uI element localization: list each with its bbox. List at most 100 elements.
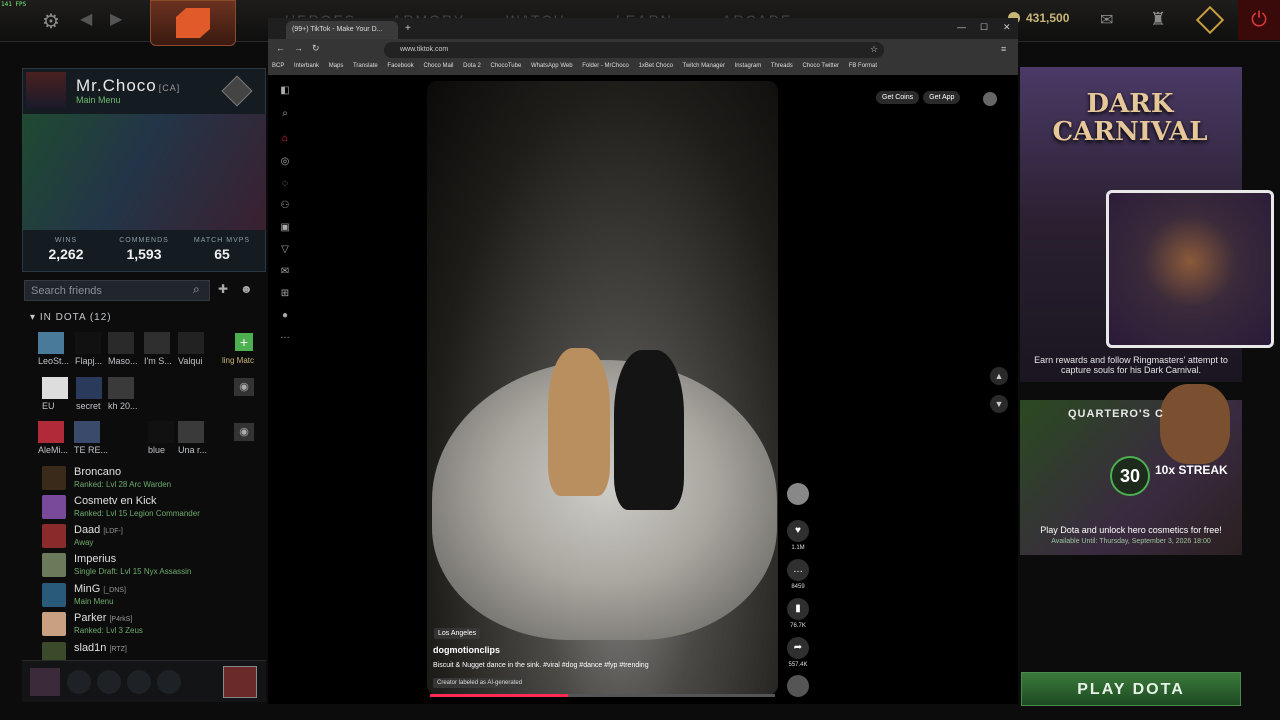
bookmark-star-icon[interactable]: ☆ <box>870 44 878 55</box>
save-action[interactable]: ▮ 76.7K <box>787 598 809 629</box>
in-dota-header[interactable]: ▾ IN DOTA (12) <box>30 312 112 323</box>
location-tag[interactable]: Los Angeles <box>434 628 481 639</box>
upload-icon[interactable]: ⊞ <box>279 288 291 300</box>
bookmark[interactable]: Choco Mail <box>423 63 453 69</box>
friend-tile[interactable]: Una r... <box>178 421 208 455</box>
more-icon[interactable]: … <box>279 330 291 342</box>
messages-icon[interactable]: ✉ <box>279 266 291 278</box>
forward-icon[interactable]: → <box>294 43 303 53</box>
avatar[interactable] <box>26 72 66 108</box>
video-pug-fawn <box>548 348 610 496</box>
bookmark[interactable]: Threads <box>771 63 793 69</box>
spectate-eye-icon[interactable]: ◉ <box>234 423 254 441</box>
live-icon[interactable]: ▣ <box>279 222 291 234</box>
quest-title: QUARTERO'S C <box>1068 408 1164 420</box>
party-self-avatar[interactable] <box>30 668 60 696</box>
profile-name[interactable]: Mr.Choco [CA] <box>76 76 180 96</box>
friend-tile[interactable]: Valqui <box>178 332 208 366</box>
party-slot[interactable] <box>127 670 151 694</box>
party-slot[interactable] <box>157 670 181 694</box>
get-app-button[interactable]: Get App <box>923 91 961 104</box>
chat-avatar[interactable] <box>223 666 257 698</box>
bookmark[interactable]: Interbank <box>294 63 319 69</box>
back-icon[interactable]: ← <box>276 43 285 53</box>
heart-icon: ♥ <box>787 520 809 542</box>
new-tab-icon[interactable]: + <box>405 23 411 34</box>
play-dota-button[interactable]: PLAY DOTA <box>1021 672 1241 706</box>
search-friends-input[interactable]: Search friends <box>24 280 210 301</box>
tiktok-sidebar <box>268 75 302 704</box>
profile-icon[interactable]: ● <box>279 310 291 322</box>
next-video-icon[interactable]: ▼ <box>990 395 1008 413</box>
friend-tile[interactable]: EU <box>42 377 72 411</box>
bookmark[interactable]: Choco Twitter <box>802 63 839 69</box>
video-author[interactable]: dogmotionclips <box>433 645 500 655</box>
bookmark[interactable]: BCP <box>272 63 284 69</box>
comment-action[interactable]: … 8459 <box>787 559 809 590</box>
explore-icon[interactable]: ◎ <box>279 156 291 168</box>
friend-row[interactable]: MinG [_DNS] Main Menu <box>42 583 262 612</box>
friend-row[interactable]: Imperius Single Draft: Lvl 15 Nyx Assassi… <box>42 553 262 582</box>
armory-icon[interactable]: ♜ <box>1150 9 1166 30</box>
reload-icon[interactable]: ↻ <box>312 43 320 54</box>
friend-tile[interactable]: AleMi... <box>38 421 68 455</box>
user-avatar[interactable] <box>983 92 997 106</box>
mail-icon[interactable]: ✉ <box>1100 10 1113 30</box>
bookmark[interactable]: Translate <box>353 63 378 69</box>
meme-face-overlay <box>1160 384 1230 464</box>
friend-row[interactable]: Cosmetv en Kick Ranked: Lvl 15 Legion Com… <box>42 495 262 524</box>
friend-tile[interactable]: I'm S... <box>144 332 174 366</box>
party-add-icon[interactable]: + <box>235 333 253 351</box>
back-arrow-icon[interactable]: ◀ <box>80 9 92 29</box>
bookmark[interactable]: Facebook <box>387 63 413 69</box>
spectate-eye-icon[interactable]: ◉ <box>234 378 254 396</box>
bookmark[interactable]: Maps <box>329 63 344 69</box>
minimize-icon[interactable]: — <box>957 22 966 32</box>
bookmark[interactable]: Twitch Manager <box>683 63 725 69</box>
shards-balance: 431,500 <box>1026 11 1070 25</box>
url-bar[interactable]: www.tiktok.com <box>384 42 884 58</box>
friends-group-icon[interactable]: ☻ <box>240 282 253 296</box>
friend-tile[interactable]: secret <box>76 377 106 411</box>
collapse-sidebar-icon[interactable]: ◧ <box>279 85 291 97</box>
bookmark[interactable]: Instagram <box>735 63 762 69</box>
following-icon[interactable]: ◌ <box>279 178 291 190</box>
friend-row[interactable]: Broncano Ranked: Lvl 28 Arc Warden <box>42 466 262 495</box>
power-button[interactable]: ⏻ <box>1238 0 1280 40</box>
forward-arrow-icon[interactable]: ▶ <box>110 9 122 29</box>
party-slot[interactable] <box>67 670 91 694</box>
get-coins-button[interactable]: Get Coins <box>876 91 920 104</box>
settings-gear-icon[interactable]: ⚙ <box>42 9 60 34</box>
bookmark[interactable]: FB Format <box>849 63 877 69</box>
add-friend-icon[interactable]: ✚ <box>218 282 228 296</box>
bookmark[interactable]: 1xBet Choco <box>639 63 673 69</box>
home-icon[interactable]: ⌂ <box>279 133 291 145</box>
bookmark[interactable]: ChocoTube <box>491 63 522 69</box>
creator-avatar[interactable] <box>787 483 809 505</box>
like-action[interactable]: ♥ 1.1M <box>787 520 809 551</box>
friends-icon[interactable]: ⚇ <box>279 200 291 212</box>
party-slot[interactable] <box>97 670 121 694</box>
bookmark[interactable]: Dota 2 <box>463 63 481 69</box>
browser-tab[interactable]: (99+) TikTok - Make Your D... <box>286 21 398 39</box>
menu-icon[interactable]: ≡ <box>1001 44 1006 54</box>
friend-row[interactable]: Daad [LDF-] Away <box>42 524 262 553</box>
bookmark[interactable]: Folder - MrChoco <box>582 63 629 69</box>
friend-row[interactable]: Parker [P4rkS] Ranked: Lvl 3 Zeus <box>42 612 262 641</box>
hero-showcase[interactable] <box>22 114 266 230</box>
friend-tile[interactable]: Maso... <box>108 332 138 366</box>
friend-tile[interactable]: kh 20... <box>108 377 138 411</box>
activity-icon[interactable]: ▽ <box>279 244 291 256</box>
sound-disc[interactable] <box>787 675 809 697</box>
friend-tile[interactable]: LeoSt... <box>38 332 69 366</box>
search-icon[interactable]: ⌕ <box>279 108 291 120</box>
bookmark[interactable]: WhatsApp Web <box>531 63 573 69</box>
search-icon[interactable]: ⌕ <box>193 282 200 297</box>
maximize-icon[interactable]: ☐ <box>980 22 988 33</box>
friend-tile[interactable]: blue <box>148 421 178 455</box>
share-action[interactable]: ➦ 557.4K <box>787 637 809 668</box>
friend-tile[interactable]: TE RE... <box>74 421 108 455</box>
friend-tile[interactable]: Flapj... <box>75 332 105 366</box>
close-icon[interactable]: ✕ <box>1003 22 1011 33</box>
previous-video-icon[interactable]: ▲ <box>990 367 1008 385</box>
